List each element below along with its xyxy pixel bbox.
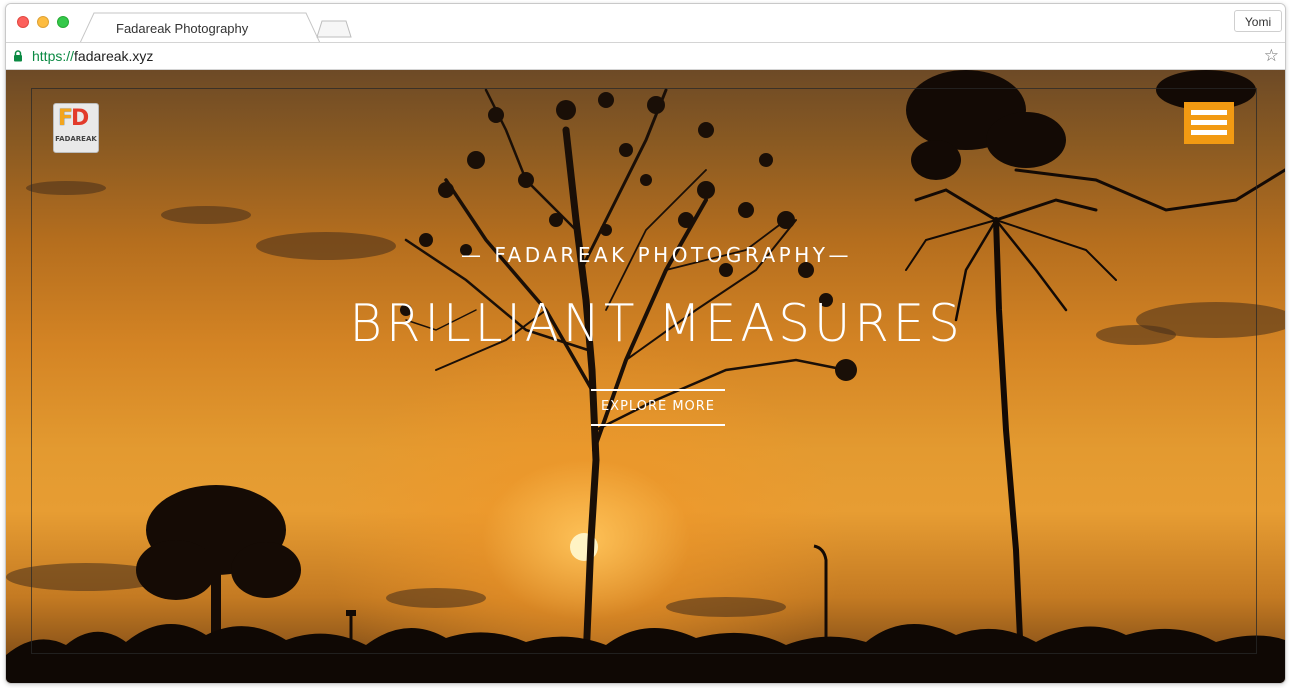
browser-window: Fadareak Photography Yomi https://fadare… xyxy=(5,3,1286,684)
explore-more-button[interactable]: EXPLORE MORE xyxy=(591,389,725,426)
url-text[interactable]: https://fadareak.xyz xyxy=(32,48,153,64)
logo-mark: FD xyxy=(58,106,89,131)
new-tab-button[interactable] xyxy=(316,20,352,38)
site-logo[interactable]: FD FADAREAK xyxy=(53,103,99,153)
hero-subtitle: — FADAREAK PHOTOGRAPHY— xyxy=(460,243,852,267)
hamburger-menu-icon xyxy=(1191,110,1227,115)
title-bar: Fadareak Photography Yomi xyxy=(6,4,1285,43)
profile-button[interactable]: Yomi xyxy=(1234,10,1282,32)
hero-title: BRILLIANT MEASURES xyxy=(349,294,964,354)
lock-icon xyxy=(14,50,22,62)
url-scheme: https:// xyxy=(32,48,75,64)
close-window-button[interactable] xyxy=(17,16,29,28)
decorative-frame xyxy=(31,88,1257,654)
maximize-window-button[interactable] xyxy=(57,16,69,28)
url-host: fadareak.xyz xyxy=(74,48,154,64)
bookmark-star-icon[interactable]: ☆ xyxy=(1264,46,1279,66)
hamburger-menu-button[interactable] xyxy=(1184,102,1234,144)
hamburger-menu-icon-line xyxy=(1191,130,1227,135)
tab-title: Fadareak Photography xyxy=(116,21,249,36)
page-viewport: FD FADAREAK — FADAREAK PHOTOGRAPHY— BRIL… xyxy=(6,70,1285,683)
logo-text: FADAREAK xyxy=(55,135,97,143)
address-bar[interactable]: https://fadareak.xyz ☆ xyxy=(6,42,1285,70)
hamburger-menu-icon-line xyxy=(1191,120,1227,125)
minimize-window-button[interactable] xyxy=(37,16,49,28)
